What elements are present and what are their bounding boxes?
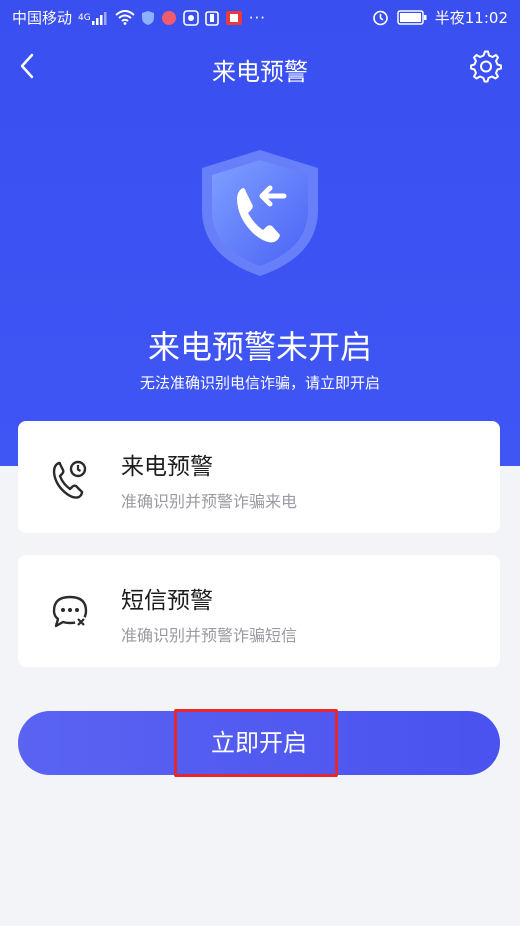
more-notifications: ··· <box>248 8 267 27</box>
enable-now-button[interactable]: 立即开启 <box>18 711 500 775</box>
card-title: 来电预警 <box>121 454 213 480</box>
sms-alert-card[interactable]: 短信预警 准确识别并预警诈骗短信 <box>18 555 500 667</box>
hero-subtitle: 无法准确识别电信诈骗，请立即开启 <box>139 374 380 392</box>
message-alert-icon <box>50 589 90 633</box>
card-description: 准确识别并预警诈骗来电 <box>121 492 298 511</box>
call-alert-card[interactable]: 来电预警 准确识别并预警诈骗来电 <box>18 421 500 533</box>
card-title: 短信预警 <box>121 588 213 614</box>
status-bar: 中国移动 4G ··· 半夜11:02 <box>0 0 520 34</box>
wifi-icon <box>115 10 135 25</box>
signal-icon: 4G <box>78 11 109 25</box>
card-description: 准确识别并预警诈骗短信 <box>121 626 298 645</box>
network-type: 4G <box>78 12 91 23</box>
bank-app-icon <box>225 10 243 26</box>
phone-alert-icon <box>50 455 90 499</box>
page-title: 来电预警 <box>212 58 308 86</box>
shield-phone-icon <box>196 148 324 278</box>
battery-icon <box>397 10 427 25</box>
shield-app-icon <box>141 10 155 26</box>
clipboard-app-icon <box>204 10 219 26</box>
photo-app-icon <box>182 9 199 26</box>
carrier-label: 中国移动 <box>12 9 73 27</box>
hero-title: 来电预警未开启 <box>147 328 372 366</box>
alarm-icon <box>372 9 389 26</box>
clock: 半夜11:02 <box>434 9 508 27</box>
gear-icon <box>470 50 502 83</box>
nav-bar: 来电预警 <box>0 40 520 96</box>
settings-button[interactable] <box>468 50 502 84</box>
app-notification-icon <box>161 10 177 26</box>
